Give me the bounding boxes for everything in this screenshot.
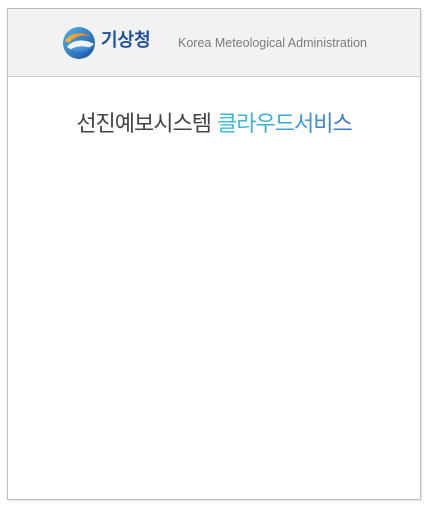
- title-main: 선진예보시스템: [76, 112, 212, 137]
- title-accent: 클라우드서비스: [217, 112, 353, 137]
- login-panel: 기상청 Korea Meteological Administration 선진…: [7, 8, 421, 500]
- kma-logo-icon: [63, 27, 95, 59]
- page-title: 선진예보시스템 클라우드서비스: [8, 110, 420, 140]
- header: 기상청 Korea Meteological Administration: [8, 9, 420, 77]
- logo-text: 기상청: [101, 30, 151, 51]
- org-name: Korea Meteological Administration: [178, 36, 367, 50]
- page: 기상청 Korea Meteological Administration 선진…: [0, 0, 430, 510]
